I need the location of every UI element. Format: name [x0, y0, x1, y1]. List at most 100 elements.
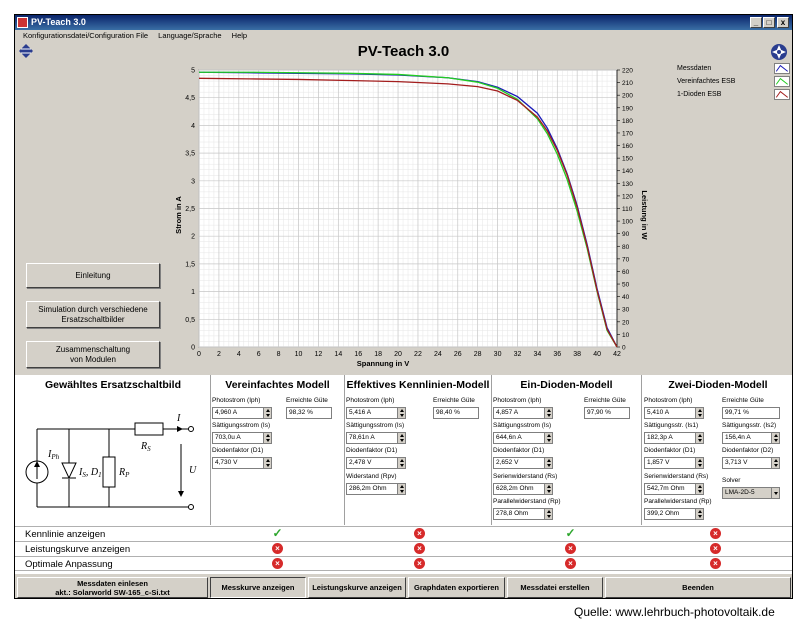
y-tick-label: 3: [191, 178, 195, 185]
app-icon: [17, 17, 28, 28]
x-tick-label: 6: [257, 351, 261, 358]
x-tick-label: 0: [197, 351, 201, 358]
solver-select[interactable]: LMA-2D-5: [722, 487, 780, 499]
y2-tick-label: 200: [622, 93, 633, 100]
zweidioden-is1-field[interactable]: 182,3p A: [644, 432, 704, 444]
menu-language[interactable]: Language/Sprache: [158, 31, 221, 40]
check-icon[interactable]: ✓: [565, 527, 576, 539]
zweidioden-is2-label: Sättigungsstr. (Is2): [722, 422, 777, 429]
cross-icon[interactable]: ×: [414, 558, 425, 569]
eindioden-rs-field[interactable]: 628,2m Ohm: [493, 483, 553, 495]
eindioden-title: Ein-Dioden-Modell: [520, 379, 613, 391]
menu-help[interactable]: Help: [232, 31, 247, 40]
vereinfacht-is-label: Sättigungsstrom (Is): [212, 422, 271, 429]
eindioden-is-field[interactable]: 644,6n A: [493, 432, 553, 444]
eindioden-guete-label: Erreichte Güte: [584, 397, 626, 404]
zweidioden-guete-label: Erreichte Güte: [722, 397, 764, 404]
iph-label: IPh: [47, 449, 60, 461]
y-tick-label: 3,5: [185, 151, 195, 158]
rs-label: RS: [140, 441, 151, 453]
effektiv-rpv-field[interactable]: 286,2m Ohm: [346, 483, 406, 495]
y2-tick-label: 20: [622, 319, 630, 326]
vereinfacht-iph-field[interactable]: 4,960 A: [212, 407, 272, 419]
x-tick-label: 40: [593, 351, 601, 358]
cross-icon[interactable]: ×: [710, 528, 721, 539]
x-tick-label: 16: [354, 351, 362, 358]
zweidioden-d1-field[interactable]: 1,857 V: [644, 457, 704, 469]
zweidioden-title: Zwei-Dioden-Modell: [668, 379, 768, 391]
maximize-button[interactable]: □: [763, 17, 775, 28]
cross-icon[interactable]: ×: [272, 543, 283, 554]
check-icon[interactable]: ✓: [272, 527, 283, 539]
einleitung-button[interactable]: Einleitung: [26, 263, 160, 288]
zweidioden-rp-field[interactable]: 399,2 Ohm: [644, 508, 704, 520]
vereinfacht-d1-label: Diodenfaktor (D1): [212, 447, 264, 454]
vereinfacht-is-field[interactable]: 703,0u A: [212, 432, 272, 444]
y2-tick-label: 10: [622, 332, 630, 339]
app-window: PV-Teach 3.0 _ □ x Konfigurationsdatei/C…: [14, 14, 793, 599]
bottom-toolbar: Messdaten einlesen akt.: Solarworld SW-1…: [15, 576, 792, 598]
simulation-button[interactable]: Simulation durch verschiedene Ersatzscha…: [26, 301, 160, 328]
eindioden-d1-field[interactable]: 2,652 V: [493, 457, 553, 469]
vereinfacht-d1-field[interactable]: 4,730 V: [212, 457, 272, 469]
source-caption: Quelle: www.lehrbuch-photovoltaik.de: [574, 605, 775, 619]
i-label: I: [176, 413, 181, 424]
zweidioden-d1-label: Diodenfaktor (D1): [644, 447, 696, 454]
x-tick-label: 26: [454, 351, 462, 358]
y-axis-label: Strom in A: [174, 196, 183, 234]
zusammenschaltung-button[interactable]: Zusammenschaltung von Modulen: [26, 341, 160, 368]
effektiv-d1-field[interactable]: 2,478 V: [346, 457, 406, 469]
x-tick-label: 22: [414, 351, 422, 358]
cross-icon[interactable]: ×: [414, 543, 425, 554]
y2-tick-label: 60: [622, 269, 630, 276]
zweidioden-rs-field[interactable]: 542,7m Ohm: [644, 483, 704, 495]
cross-icon[interactable]: ×: [414, 528, 425, 539]
close-button[interactable]: x: [777, 17, 789, 28]
zweidioden-iph-field[interactable]: 5,410 A: [644, 407, 704, 419]
navigation-icon[interactable]: [770, 43, 788, 61]
x-tick-label: 4: [237, 351, 241, 358]
cross-icon[interactable]: ×: [565, 543, 576, 554]
effektiv-is-label: Sättigungsstrom (Is): [346, 422, 405, 429]
messdatei-button[interactable]: Messdatei erstellen: [507, 577, 603, 598]
zweidioden-is2-field[interactable]: 156,4n A: [722, 432, 780, 444]
zweidioden-iph-label: Photostrom (Iph): [644, 397, 693, 404]
y2-tick-label: 100: [622, 219, 633, 226]
app-title: PV-Teach 3.0: [357, 43, 450, 60]
y-tick-label: 5: [191, 68, 195, 75]
effektiv-is-field[interactable]: 78,61n A: [346, 432, 406, 444]
leistungskurve-button[interactable]: Leistungskurve anzeigen: [308, 577, 406, 598]
eindioden-guete-field: 97,90 %: [584, 407, 630, 419]
eindioden-d1-label: Diodenfaktor (D1): [493, 447, 545, 454]
cross-icon[interactable]: ×: [710, 543, 721, 554]
zweidioden-d2-label: Diodenfaktor (D2): [722, 447, 774, 454]
graphdaten-button[interactable]: Graphdaten exportieren: [408, 577, 505, 598]
x-tick-label: 38: [573, 351, 581, 358]
messdaten-einlesen-button[interactable]: Messdaten einlesen akt.: Solarworld SW-1…: [17, 577, 208, 598]
zweidioden-d2-field[interactable]: 3,713 V: [722, 457, 780, 469]
y2-tick-label: 170: [622, 130, 633, 137]
eindioden-iph-field[interactable]: 4,857 A: [493, 407, 553, 419]
row-label: Leistungskurve anzeigen: [25, 544, 131, 555]
effektiv-d1-label: Diodenfaktor (D1): [346, 447, 398, 454]
zweidioden-is1-label: Sättigungsstr. (Is1): [644, 422, 699, 429]
effektiv-iph-field[interactable]: 5,416 A: [346, 407, 406, 419]
legend-item: Vereinfachtes ESB: [677, 75, 792, 88]
iv-chart: 0 2 4 6 8 10 12 14 16 18 20 22 24 26 28 30 32 34 36 38 40 42 …: [174, 68, 649, 369]
row-label: Optimale Anpassung: [25, 559, 113, 570]
beenden-button[interactable]: Beenden: [605, 577, 791, 598]
cross-icon[interactable]: ×: [565, 558, 576, 569]
menu-config[interactable]: Konfigurationsdatei/Configuration File: [23, 31, 148, 40]
minimize-button[interactable]: _: [750, 17, 762, 28]
x-tick-label: 10: [295, 351, 303, 358]
x-tick-label: 18: [374, 351, 382, 358]
rp-label: RP: [118, 467, 130, 479]
cross-icon[interactable]: ×: [272, 558, 283, 569]
x-tick-label: 30: [494, 351, 502, 358]
eindioden-is-label: Sättigungsstrom (Is): [493, 422, 552, 429]
messkurve-button[interactable]: Messkurve anzeigen: [210, 577, 306, 598]
eindioden-rp-field[interactable]: 278,8 Ohm: [493, 508, 553, 520]
cross-icon[interactable]: ×: [710, 558, 721, 569]
vereinfacht-guete-field: 98,32 %: [286, 407, 332, 419]
x-axis-label: Spannung in V: [357, 359, 410, 368]
